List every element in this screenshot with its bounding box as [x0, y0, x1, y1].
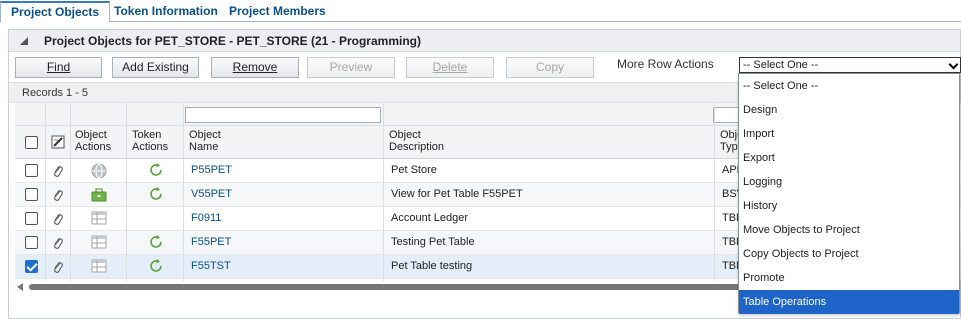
records-count: Records 1 - 5	[22, 87, 89, 99]
token-actions-header: Token Actions	[132, 129, 168, 153]
token-actions-header-line1: Token	[132, 129, 162, 141]
dropdown-option-design[interactable]: Design	[739, 98, 959, 122]
dropdown-option-promote[interactable]: Promote	[739, 266, 959, 290]
object-name-link[interactable]: V55PET	[191, 188, 232, 200]
object-description-header[interactable]: Object Description	[389, 129, 444, 153]
object-description: View for Pet Table F55PET	[391, 188, 523, 200]
row-actions-select[interactable]: -- Select One --	[739, 57, 961, 73]
add-existing-button[interactable]: Add Existing	[112, 57, 199, 78]
dropdown-option-logging[interactable]: Logging	[739, 170, 959, 194]
object-name-header-line1: Object	[189, 129, 221, 141]
table-icon[interactable]	[91, 211, 107, 225]
delete-button[interactable]: Delete	[406, 57, 494, 78]
panel-title: Project Objects for PET_STORE - PET_STOR…	[44, 34, 421, 48]
object-actions-header-line2: Actions	[75, 141, 112, 153]
object-description: Testing Pet Table	[391, 236, 475, 248]
object-description: Pet Store	[391, 164, 437, 176]
refresh-icon[interactable]	[148, 258, 164, 274]
object-name-link[interactable]: F55TST	[191, 260, 231, 272]
paperclip-icon[interactable]	[52, 212, 64, 226]
paperclip-icon[interactable]	[52, 188, 64, 202]
tab-project-members[interactable]: Project Members	[219, 2, 336, 22]
select-all-checkbox[interactable]	[25, 136, 38, 149]
copy-button[interactable]: Copy	[506, 57, 594, 78]
token-actions-header-line2: Actions	[132, 141, 169, 153]
paperclip-icon[interactable]	[52, 164, 64, 178]
row-checkbox[interactable]	[25, 260, 38, 273]
chevron-down-icon	[948, 59, 959, 70]
briefcase-icon[interactable]	[91, 187, 107, 203]
column-divider	[126, 103, 127, 281]
delete-button-label: Delete	[432, 60, 468, 74]
tab-bar: Project Objects Token Information Projec…	[0, 0, 961, 23]
preview-button[interactable]: Preview	[307, 57, 395, 78]
scrollbar-thumb[interactable]	[29, 284, 757, 290]
object-name-link[interactable]: P55PET	[191, 164, 232, 176]
dropdown-option-import[interactable]: Import	[739, 122, 959, 146]
object-name-header-line2: Name	[189, 141, 219, 153]
object-name-header[interactable]: Object Name	[189, 129, 221, 153]
scroll-left-arrow-icon[interactable]	[17, 283, 23, 291]
row-actions-select-value: -- Select One --	[743, 59, 819, 71]
dropdown-option-move-objects[interactable]: Move Objects to Project	[739, 218, 959, 242]
dropdown-option-copy-objects[interactable]: Copy Objects to Project	[739, 242, 959, 266]
dropdown-option-table-operations[interactable]: Table Operations	[739, 290, 959, 314]
edit-grid-icon[interactable]	[51, 135, 65, 149]
row-checkbox[interactable]	[25, 212, 38, 225]
paperclip-icon[interactable]	[52, 236, 64, 250]
dropdown-option-export[interactable]: Export	[739, 146, 959, 170]
find-button-label: Find	[46, 60, 71, 74]
refresh-icon[interactable]	[148, 234, 164, 250]
horizontal-scrollbar[interactable]	[15, 281, 760, 293]
object-name-link[interactable]: F0911	[191, 212, 221, 224]
table-icon[interactable]	[91, 235, 107, 249]
tab-token-information[interactable]: Token Information	[104, 2, 228, 22]
object-description-header-line2: Description	[389, 141, 445, 153]
column-divider	[45, 103, 46, 281]
object-name-link[interactable]: F55PET	[191, 236, 231, 248]
remove-button-label: Remove	[232, 60, 278, 74]
paperclip-icon[interactable]	[52, 260, 64, 274]
object-description: Account Ledger	[391, 212, 469, 224]
row-checkbox[interactable]	[25, 236, 38, 249]
object-name-filter-input[interactable]	[185, 107, 381, 123]
collapse-arrow-icon[interactable]	[20, 37, 28, 45]
more-row-actions-label: More Row Actions	[617, 57, 714, 71]
row-actions-dropdown-list: -- Select One -- Design Import Export Lo…	[738, 73, 960, 314]
column-divider	[70, 103, 71, 281]
dropdown-option-select-one[interactable]: -- Select One --	[739, 74, 959, 98]
globe-icon[interactable]	[91, 163, 107, 179]
column-divider	[383, 103, 384, 281]
object-actions-header-line1: Object	[75, 129, 107, 141]
refresh-icon[interactable]	[148, 162, 164, 178]
refresh-icon[interactable]	[148, 186, 164, 202]
panel-header: Project Objects for PET_STORE - PET_STOR…	[9, 30, 960, 52]
object-actions-header: Object Actions	[75, 129, 111, 153]
column-divider	[714, 103, 715, 281]
remove-button[interactable]: Remove	[211, 57, 299, 78]
row-checkbox[interactable]	[25, 188, 38, 201]
object-description: Pet Table testing	[391, 260, 473, 272]
object-description-header-line1: Object	[389, 129, 421, 141]
row-checkbox[interactable]	[25, 164, 38, 177]
tab-project-objects[interactable]: Project Objects	[0, 1, 111, 23]
dropdown-option-history[interactable]: History	[739, 194, 959, 218]
table-icon[interactable]	[91, 259, 107, 273]
find-button[interactable]: Find	[15, 57, 102, 78]
column-divider	[183, 103, 184, 281]
